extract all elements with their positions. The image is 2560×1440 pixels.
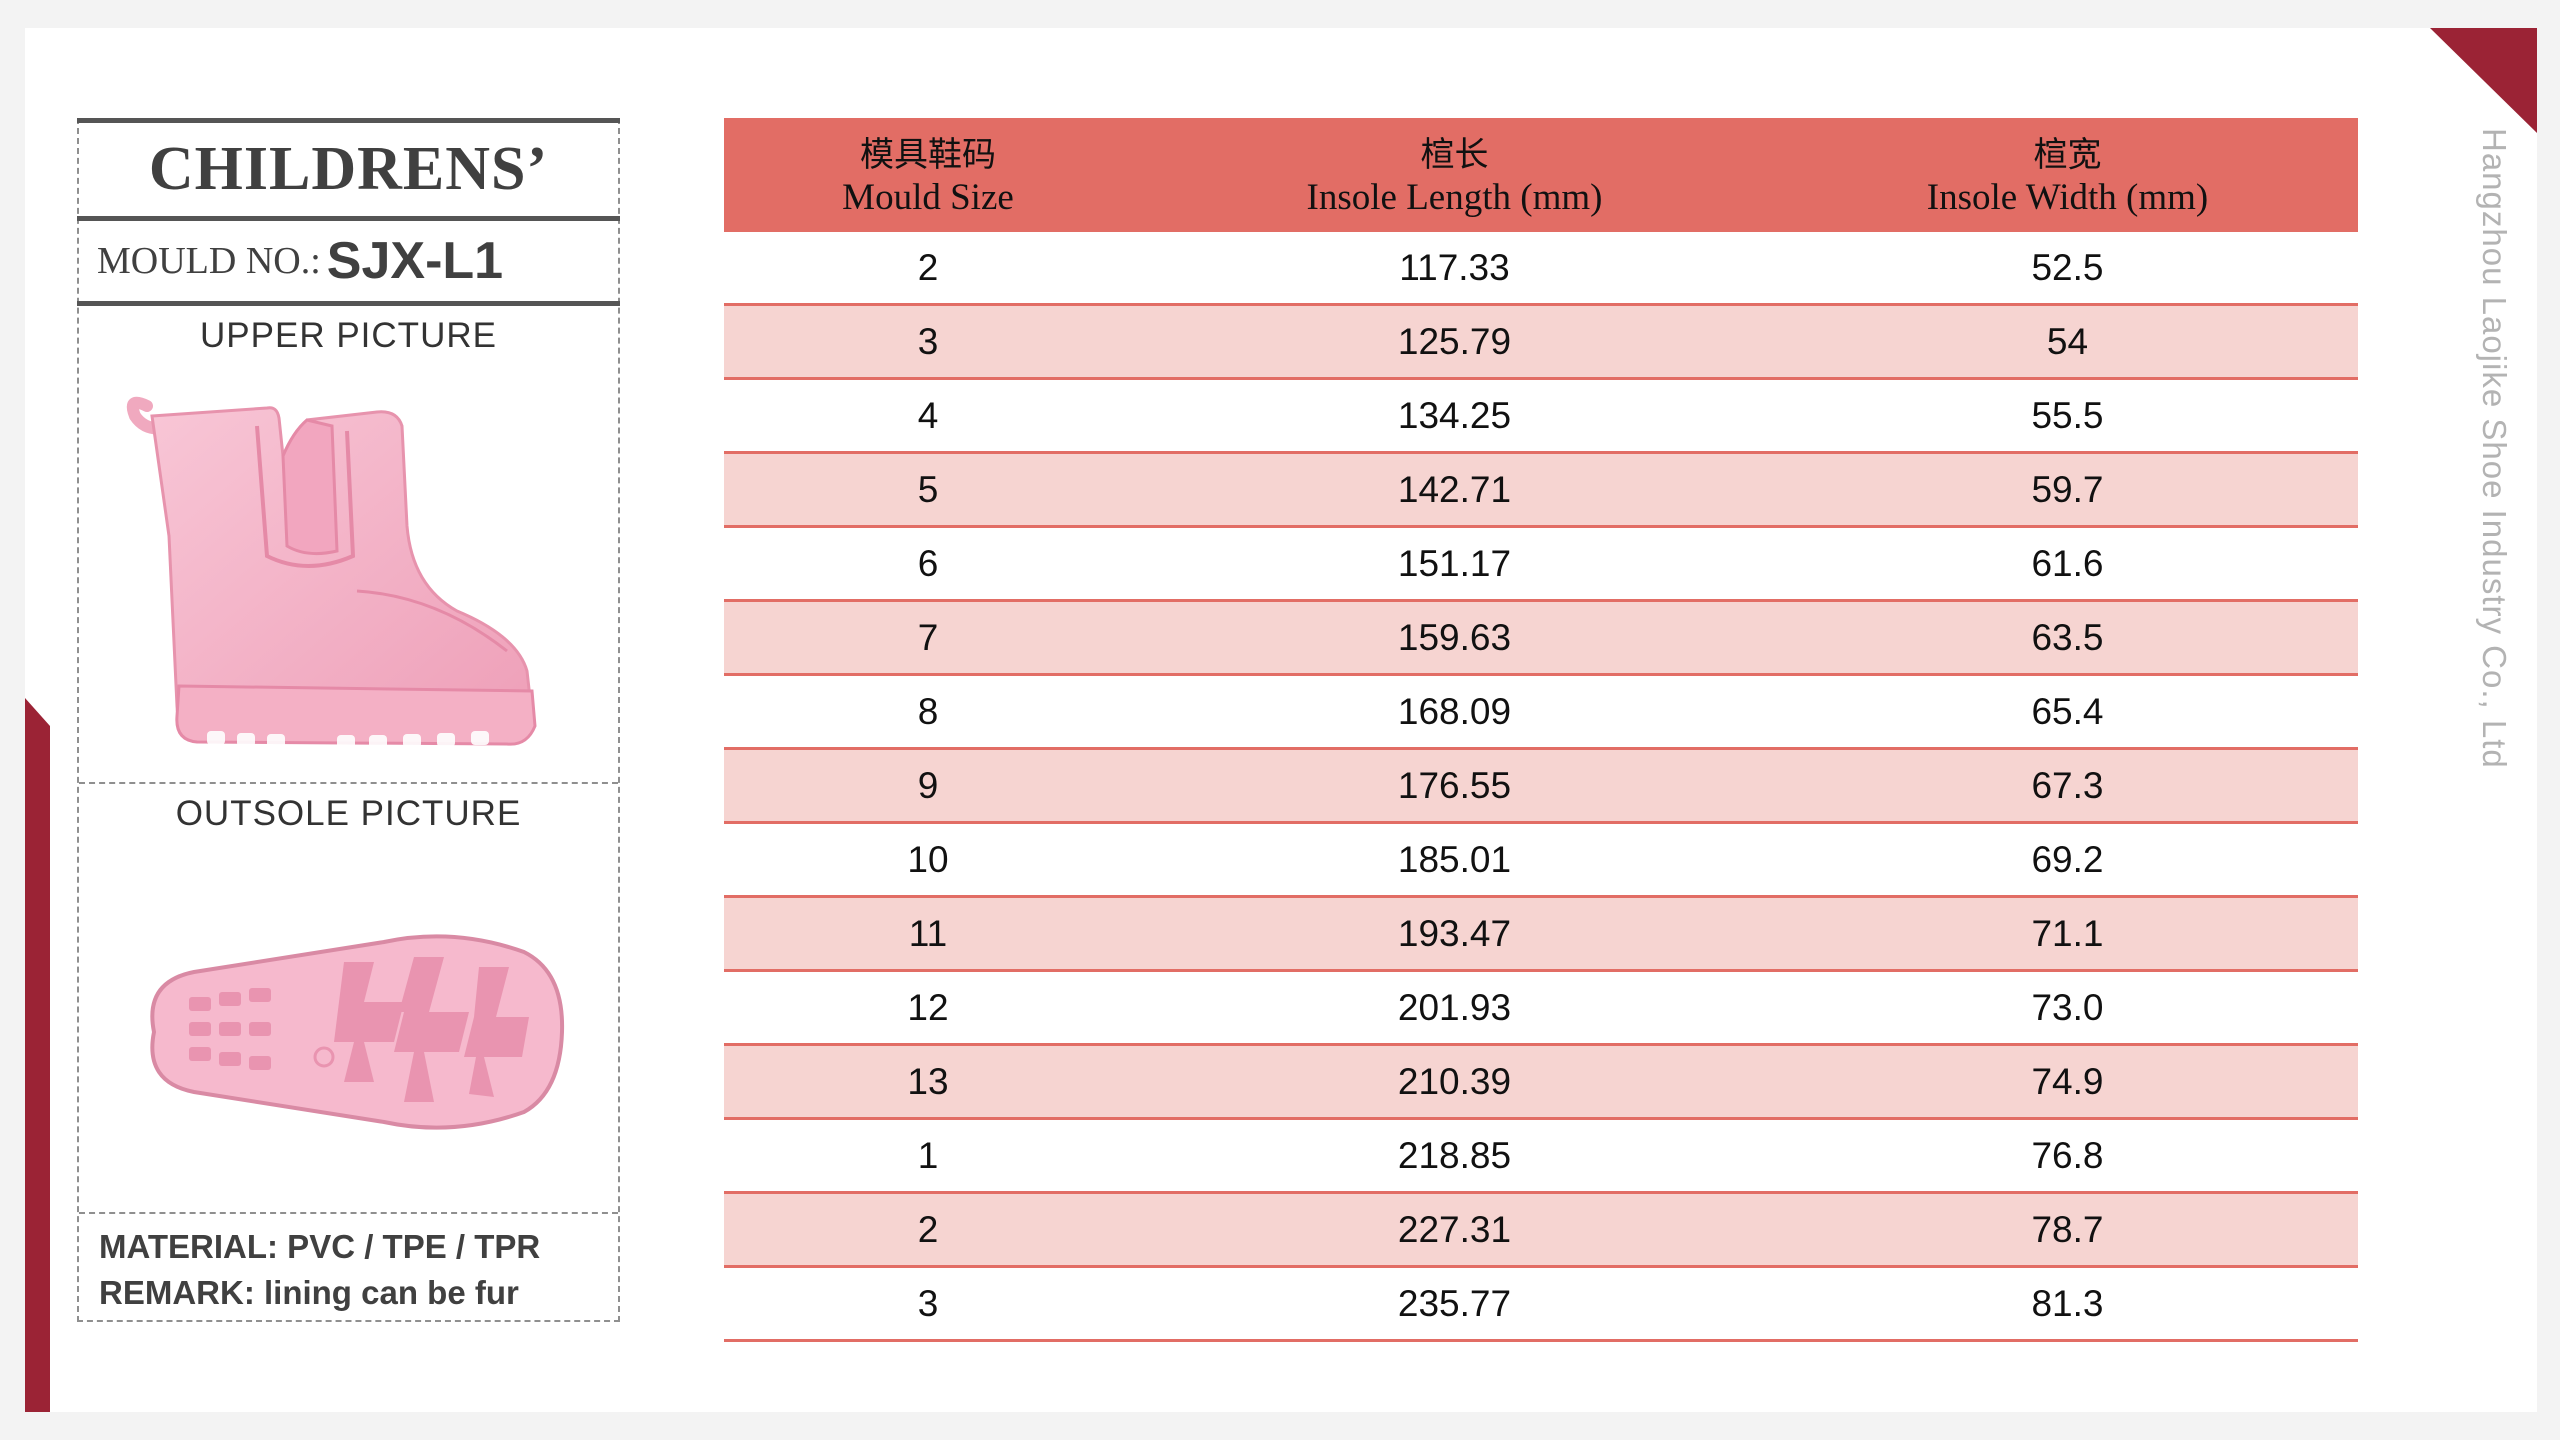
outsole-picture-label: OUTSOLE PICTURE xyxy=(175,794,522,833)
table-row: 3 125.79 54 xyxy=(724,304,2358,380)
mould-size-cell: 3 xyxy=(724,304,1132,380)
table-row: 2 117.33 52.5 xyxy=(724,232,2358,306)
insole-length-cell: 210.39 xyxy=(1132,1044,1777,1120)
insole-length-cell: 142.71 xyxy=(1132,452,1777,528)
mould-number-value: SJX-L1 xyxy=(326,232,504,290)
insole-width-cell: 52.5 xyxy=(1777,232,2358,306)
table-row: 2 227.31 78.7 xyxy=(724,1192,2358,1268)
mould-size-cell: 3 xyxy=(724,1266,1132,1342)
insole-width-cell: 65.4 xyxy=(1777,674,2358,750)
insole-length-cell: 193.47 xyxy=(1132,896,1777,972)
insole-width-cell: 67.3 xyxy=(1777,748,2358,824)
spec-sheet: CHILDRENS’ MOULD NO.: SJX-L1 UPPER PICTU… xyxy=(25,28,2537,1412)
mould-size-cell: 2 xyxy=(724,232,1132,306)
company-name: Hangzhou Laojike Shoe Industry Co., Ltd xyxy=(2476,128,2513,769)
mould-size-cell: 2 xyxy=(724,1192,1132,1268)
mould-size-cell: 1 xyxy=(724,1118,1132,1194)
mould-size-cell: 7 xyxy=(724,600,1132,676)
insole-length-cell: 185.01 xyxy=(1132,822,1777,898)
table-row: 11 193.47 71.1 xyxy=(724,896,2358,972)
mould-size-cell: 10 xyxy=(724,822,1132,898)
table-header-row: 模具鞋码 Mould Size 楦长 Insole Length (mm) 楦宽… xyxy=(724,118,2358,232)
header-insole-length-zh: 楦长 xyxy=(1420,135,1489,175)
mould-size-cell: 13 xyxy=(724,1044,1132,1120)
table-row: 3 235.77 81.3 xyxy=(724,1266,2358,1342)
product-info-card: CHILDRENS’ MOULD NO.: SJX-L1 UPPER PICTU… xyxy=(77,118,620,1322)
insole-width-cell: 76.8 xyxy=(1777,1118,2358,1194)
insole-width-cell: 71.1 xyxy=(1777,896,2358,972)
insole-length-cell: 227.31 xyxy=(1132,1192,1777,1268)
insole-length-cell: 218.85 xyxy=(1132,1118,1777,1194)
table-row: 10 185.01 69.2 xyxy=(724,822,2358,898)
insole-length-cell: 134.25 xyxy=(1132,378,1777,454)
insole-width-cell: 74.9 xyxy=(1777,1044,2358,1120)
header-insole-width-zh: 楦宽 xyxy=(2033,135,2102,175)
header-insole-length-en: Insole Length (mm) xyxy=(1306,177,1603,218)
insole-width-cell: 73.0 xyxy=(1777,970,2358,1046)
mould-number-label: MOULD NO.: xyxy=(97,240,321,282)
table-row: 5 142.71 59.7 xyxy=(724,452,2358,528)
insole-width-cell: 69.2 xyxy=(1777,822,2358,898)
insole-width-cell: 81.3 xyxy=(1777,1266,2358,1342)
table-row: 13 210.39 74.9 xyxy=(724,1044,2358,1120)
mould-size-cell: 5 xyxy=(724,452,1132,528)
mould-number-row: MOULD NO.: SJX-L1 xyxy=(77,221,620,306)
size-table: 模具鞋码 Mould Size 楦长 Insole Length (mm) 楦宽… xyxy=(724,118,2358,1342)
outsole-picture-section: OUTSOLE PICTURE xyxy=(79,784,618,1214)
mould-size-cell: 9 xyxy=(724,748,1132,824)
category-title: CHILDRENS’ xyxy=(77,118,620,221)
insole-width-cell: 61.6 xyxy=(1777,526,2358,602)
mould-size-cell: 8 xyxy=(724,674,1132,750)
insole-width-cell: 55.5 xyxy=(1777,378,2358,454)
header-insole-width-en: Insole Width (mm) xyxy=(1926,177,2209,218)
boot-upper-image xyxy=(126,396,537,749)
insole-length-cell: 125.79 xyxy=(1132,304,1777,380)
boot-outsole-image xyxy=(150,934,565,1130)
table-row: 12 201.93 73.0 xyxy=(724,970,2358,1046)
table-row: 9 176.55 67.3 xyxy=(724,748,2358,824)
header-insole-width: 楦宽 Insole Width (mm) xyxy=(1777,118,2358,232)
material-text: MATERIAL: PVC / TPE / TPR xyxy=(99,1228,541,1265)
insole-length-cell: 159.63 xyxy=(1132,600,1777,676)
insole-width-cell: 78.7 xyxy=(1777,1192,2358,1268)
table-row: 6 151.17 61.6 xyxy=(724,526,2358,602)
insole-width-cell: 54 xyxy=(1777,304,2358,380)
insole-length-cell: 168.09 xyxy=(1132,674,1777,750)
insole-length-cell: 176.55 xyxy=(1132,748,1777,824)
mould-size-cell: 6 xyxy=(724,526,1132,602)
edge-decoration-left xyxy=(25,698,50,1412)
mould-size-cell: 11 xyxy=(724,896,1132,972)
size-table-body: 2 117.33 52.5 3 125.79 54 4 134.25 55.5 5 142.71 59… xyxy=(724,232,2358,1342)
insole-length-cell: 151.17 xyxy=(1132,526,1777,602)
insole-length-cell: 235.77 xyxy=(1132,1266,1777,1342)
insole-length-cell: 117.33 xyxy=(1132,232,1777,306)
insole-length-cell: 201.93 xyxy=(1132,970,1777,1046)
mould-size-cell: 12 xyxy=(724,970,1132,1046)
corner-decoration-top-right xyxy=(2430,28,2537,133)
mould-size-cell: 4 xyxy=(724,378,1132,454)
insole-width-cell: 59.7 xyxy=(1777,452,2358,528)
insole-width-cell: 63.5 xyxy=(1777,600,2358,676)
upper-picture-section: UPPER PICTURE xyxy=(79,306,618,784)
table-row: 7 159.63 63.5 xyxy=(724,600,2358,676)
header-mould-size-zh: 模具鞋码 xyxy=(860,135,996,175)
table-row: 8 168.09 65.4 xyxy=(724,674,2358,750)
table-row: 1 218.85 76.8 xyxy=(724,1118,2358,1194)
upper-picture-label: UPPER PICTURE xyxy=(200,316,497,355)
material-notes: MATERIAL: PVC / TPE / TPR REMARK: lining… xyxy=(79,1214,618,1316)
header-mould-size: 模具鞋码 Mould Size xyxy=(724,118,1132,232)
header-insole-length: 楦长 Insole Length (mm) xyxy=(1132,118,1777,232)
remark-text: REMARK: lining can be fur xyxy=(99,1274,519,1311)
table-row: 4 134.25 55.5 xyxy=(724,378,2358,454)
header-mould-size-en: Mould Size xyxy=(842,177,1014,218)
